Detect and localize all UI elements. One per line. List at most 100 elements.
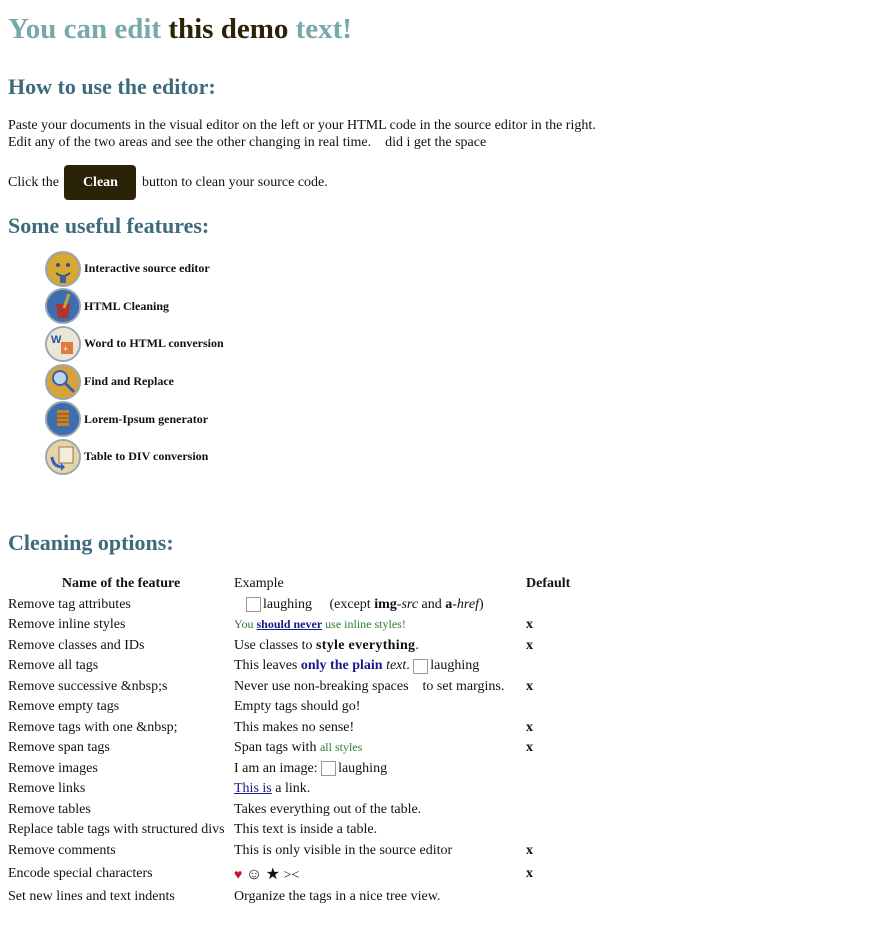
example-text: all styles — [319, 740, 363, 755]
table-row: Remove classes and IDs Use classes to st… — [8, 636, 586, 657]
feature-name: Remove tags with one &nbsp; — [8, 719, 178, 735]
example-link[interactable]: This is — [234, 781, 272, 796]
features-heading: Some useful features: — [8, 213, 210, 238]
table-row: Replace table tags with structured divs … — [8, 820, 586, 841]
table-row: Remove successive &nbsp;s Never use non-… — [8, 677, 586, 698]
default-cell — [526, 759, 586, 780]
bucket-broom-icon — [45, 288, 81, 325]
default-cell: x — [526, 740, 533, 756]
default-cell — [526, 595, 586, 616]
table-row: Remove span tags Span tags with all styl… — [8, 738, 586, 759]
example-cell: This is a link. — [234, 779, 526, 800]
cleaning-heading: Cleaning options: — [8, 530, 174, 555]
click-pre-text: Click the — [8, 175, 59, 190]
default-cell: x — [526, 637, 533, 653]
magnifier-icon — [45, 363, 81, 400]
broken-image-icon — [321, 761, 337, 777]
example-text: . — [415, 637, 419, 653]
feature-list: Interactive source editor HTML Cleaning … — [45, 250, 875, 476]
star-icon: ★ — [265, 866, 280, 883]
feature-name: Remove links — [8, 781, 86, 797]
feature-name: Replace table tags with structured divs — [8, 822, 225, 838]
feature-label: Find and Replace — [84, 374, 175, 389]
example-text: href — [456, 596, 479, 612]
feature-label: Lorem-Ipsum generator — [84, 411, 209, 426]
example-text: ) — [478, 596, 484, 612]
list-item: W + Word to HTML conversion — [45, 325, 875, 363]
example-cell: Span tags with all styles — [234, 738, 526, 759]
feature-name: Remove tables — [8, 801, 91, 817]
example-cell: Empty tags should go! — [234, 699, 361, 715]
title-part-3: text! — [295, 13, 352, 45]
feature-name: Remove tag attributes — [8, 596, 131, 612]
table-row: Remove all tags This leaves only the pla… — [8, 656, 586, 677]
svg-text:W: W — [51, 334, 62, 346]
smiley-icon: ☺ — [245, 866, 263, 883]
feature-name: Set new lines and text indents — [8, 889, 175, 905]
feature-name: Remove comments — [8, 842, 116, 858]
feature-label: Word to HTML conversion — [84, 336, 224, 351]
feature-name: Remove inline styles — [8, 617, 126, 633]
feature-name: Encode special characters — [8, 866, 153, 881]
word-doc-icon: W + — [45, 325, 81, 362]
example-cell: I am an image: laughing — [234, 759, 526, 780]
example-text: style everything — [316, 637, 416, 653]
feature-label: Interactive source editor — [84, 261, 210, 276]
feature-name: Remove images — [8, 760, 98, 776]
example-cell: Takes everything out of the table. — [234, 801, 422, 817]
feature-name: Remove classes and IDs — [8, 637, 145, 653]
example-text: I am an image: — [234, 760, 322, 776]
example-text: >< — [283, 868, 300, 883]
page-title: You can edit this demo text! — [8, 12, 875, 46]
cleaning-options-table: Name of the feature Example Default Remo… — [8, 574, 586, 908]
table-row: Encode special characters ♥ ☺ ★ >< x — [8, 861, 586, 887]
click-post-text: button to clean your source code. — [141, 175, 328, 190]
default-cell — [526, 697, 586, 718]
example-text: use inline styles! — [322, 617, 406, 632]
title-part-2: this demo — [168, 13, 289, 45]
table-row: Remove tags with one &nbsp; This makes n… — [8, 718, 586, 739]
example-text: . — [406, 658, 410, 674]
example-link[interactable]: should never — [256, 617, 322, 631]
image-alt-text: laughing — [263, 596, 312, 612]
example-text: to set margins. — [422, 678, 505, 694]
clean-button[interactable]: Clean — [64, 165, 137, 201]
example-cell: Never use non-breaking spaces to set marg… — [234, 677, 526, 698]
example-text: and — [418, 596, 446, 612]
default-cell — [526, 887, 586, 908]
example-cell: You should never use inline styles! — [234, 615, 526, 636]
title-part-1: You can edit — [8, 13, 162, 45]
image-alt-text: laughing — [338, 760, 388, 776]
list-item: Find and Replace — [45, 363, 875, 401]
feature-name: Remove span tags — [8, 740, 110, 756]
example-text: Span tags with — [234, 740, 320, 756]
table-row: Set new lines and text indents Organize … — [8, 887, 586, 908]
default-cell: x — [526, 617, 533, 633]
default-cell — [526, 656, 586, 677]
list-item: Interactive source editor — [45, 250, 875, 288]
table-row: Remove inline styles You should never us… — [8, 615, 586, 636]
table-row: Remove comments This is only visible in … — [8, 841, 586, 862]
default-cell — [526, 820, 586, 841]
example-cell: This makes no sense! — [234, 719, 355, 735]
example-cell: laughing (except img-src and a-href) — [234, 595, 526, 616]
example-text: This leaves — [234, 658, 301, 674]
example-cell: This leaves only the plain text. laughin… — [234, 656, 526, 677]
default-cell: x — [526, 866, 533, 881]
example-cell: This text is inside a table. — [234, 822, 378, 838]
svg-text:+: + — [63, 344, 68, 354]
example-cell: ♥ ☺ ★ >< — [234, 861, 526, 887]
example-text: img — [374, 596, 397, 612]
list-item: HTML Cleaning — [45, 288, 875, 326]
list-item: Table to DIV conversion — [45, 438, 875, 476]
table-row: Remove links This is a link. — [8, 779, 586, 800]
feature-name: Remove all tags — [8, 658, 99, 674]
default-cell — [526, 779, 586, 800]
smiley-face-icon — [45, 250, 81, 287]
howto-heading: How to use the editor: — [8, 74, 216, 99]
clean-instruction: Click the Clean button to clean your sou… — [8, 164, 875, 201]
image-alt-text: laughing — [430, 658, 480, 674]
table-row: Remove tag attributes laughing (except i… — [8, 595, 586, 616]
example-text: (except — [329, 596, 375, 612]
example-text: src — [401, 596, 419, 612]
